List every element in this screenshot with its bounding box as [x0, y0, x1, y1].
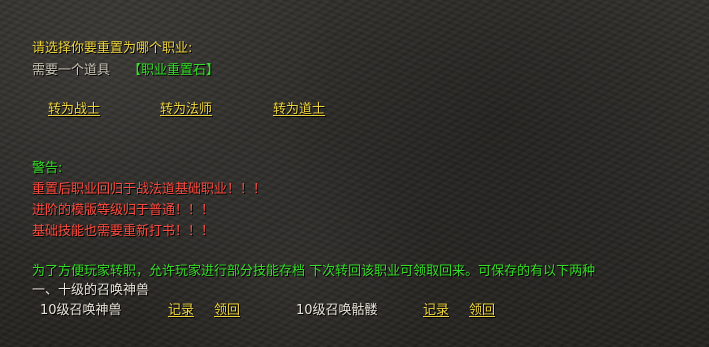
warning-line-2: 进阶的模版等级归于普通！！！ — [32, 203, 215, 218]
convert-to-warrior-link[interactable]: 转为战士 — [48, 101, 100, 118]
summon-beast-skill-name: 10级召唤神兽 — [40, 303, 122, 318]
warning-title: 警告: — [32, 161, 63, 176]
required-item-name: 【职业重置石】 — [128, 63, 220, 78]
claim-summon-beast-link[interactable]: 领回 — [214, 302, 240, 319]
record-summon-skeleton-link[interactable]: 记录 — [423, 302, 449, 319]
summon-skeleton-skill-name: 10级召唤骷髅 — [296, 303, 378, 318]
record-summon-beast-link[interactable]: 记录 — [168, 302, 194, 319]
job-reset-dialog: 请选择你要重置为哪个职业: 需要一个道具 【职业重置石】 转为战士 转为法师 转… — [0, 0, 709, 347]
convert-to-taoist-link[interactable]: 转为道士 — [273, 101, 325, 118]
job-reset-question: 请选择你要重置为哪个职业: — [32, 41, 193, 56]
warning-line-3: 基础技能也需要重新打书！！！ — [32, 224, 215, 239]
warning-line-1: 重置后职业回归于战法道基础职业！！！ — [32, 182, 267, 197]
skill-save-category: 一、十级的召唤神兽 — [32, 283, 150, 298]
requirement-text: 需要一个道具 — [32, 63, 111, 78]
skill-save-notice: 为了方便玩家转职，允许玩家进行部分技能存档 下次转回该职业可领取回来。可保存的有… — [32, 264, 596, 279]
claim-summon-skeleton-link[interactable]: 领回 — [469, 302, 495, 319]
convert-to-mage-link[interactable]: 转为法师 — [160, 101, 212, 118]
